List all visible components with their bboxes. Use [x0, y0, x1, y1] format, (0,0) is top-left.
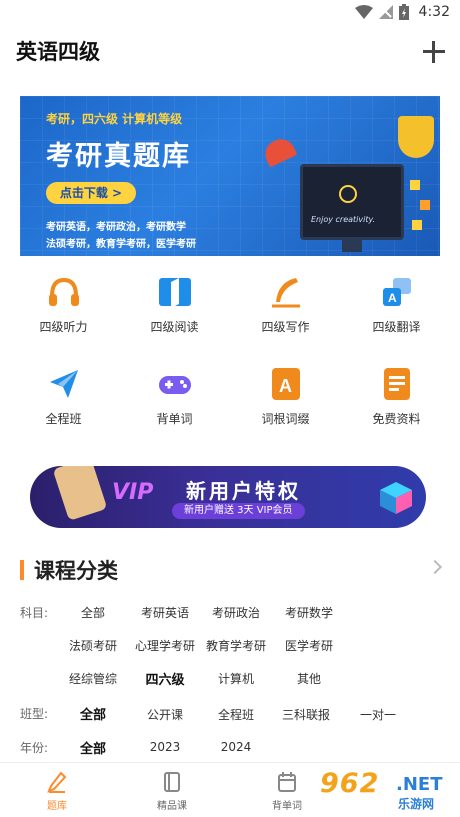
grid-item-roots-affixes[interactable]: A 词根词缀: [230, 360, 341, 452]
svg-text:A: A: [279, 376, 292, 396]
grid-item-free-materials[interactable]: 免费资料: [341, 360, 452, 452]
watermark-net: .NET: [396, 774, 443, 795]
class-filter[interactable]: 全程班: [200, 706, 272, 723]
grid-item-label: 词根词缀: [261, 412, 310, 426]
section-accent-bar: [20, 560, 24, 580]
subject-filter[interactable]: 考研数学: [273, 604, 345, 621]
pen-icon: [268, 274, 304, 310]
grid-item-writing[interactable]: 四级写作: [230, 268, 341, 360]
section-title: 课程分类: [34, 559, 118, 583]
grid-item-label: 全程班: [45, 412, 82, 426]
class-filter[interactable]: 三科联报: [270, 706, 342, 723]
letter-a-icon: A: [268, 366, 304, 402]
wifi-icon: [354, 5, 373, 19]
vip-label: VIP: [112, 480, 154, 505]
sticky-note-icon: [412, 220, 422, 230]
pencil-icon: [47, 771, 67, 793]
lightbulb-icon: [339, 185, 357, 203]
watermark-sub: 乐游网: [398, 797, 435, 811]
nav-item-vocabulary[interactable]: 背单词: [257, 771, 317, 812]
new-user-promo-banner[interactable]: VIP 新用户特权 新用户赠送 3天 VIP会员: [30, 466, 426, 528]
year-label: 年份:: [20, 741, 49, 755]
grid-item-full-course[interactable]: 全程班: [8, 360, 119, 452]
lamp-icon: [260, 134, 298, 168]
watermark-logo: 962 .NET 乐游网: [316, 768, 454, 812]
chevron-right-icon[interactable]: [427, 559, 443, 575]
banner-title: 考研真题库: [46, 141, 191, 172]
grid-item-label: 四级听力: [39, 320, 88, 334]
subject-filter[interactable]: 心理学考研: [129, 637, 201, 654]
nav-item-question-bank[interactable]: 题库: [27, 771, 87, 812]
class-filter[interactable]: 公开课: [129, 706, 201, 723]
banner-illustration: Enjoy creativity.: [260, 96, 440, 256]
year-filter[interactable]: 2023: [129, 740, 201, 754]
subject-filter[interactable]: 教育学考研: [200, 637, 272, 654]
promo-title: 新用户特权: [186, 479, 301, 503]
monitor-stand: [342, 240, 362, 252]
class-type-label: 班型:: [20, 707, 49, 721]
feature-grid: 四级听力 四级阅读 四级写作 A 四级翻译 全程班 背单词 A 词根词缀 免费资…: [8, 268, 452, 452]
trophy-icon: [398, 116, 434, 158]
banner-subtitle: 考研，四六级 计算机等级: [46, 112, 183, 126]
grid-item-listening[interactable]: 四级听力: [8, 268, 119, 360]
nav-label: 精品课: [157, 801, 187, 812]
banner-line-1: 考研英语，考研政治，考研数学: [46, 222, 186, 233]
subject-filter[interactable]: 考研政治: [200, 604, 272, 621]
headphones-icon: [46, 274, 82, 310]
grid-item-label: 背单词: [156, 412, 193, 426]
nav-label: 背单词: [272, 801, 302, 812]
translate-icon: A: [379, 274, 415, 310]
grid-item-reading[interactable]: 四级阅读: [119, 268, 230, 360]
subject-filter[interactable]: 其他: [273, 670, 345, 687]
year-filter[interactable]: 2024: [200, 740, 272, 754]
year-filter-selected[interactable]: 全部: [57, 738, 129, 757]
book-icon: [157, 274, 193, 310]
page-title: 英语四级: [16, 40, 100, 64]
nav-item-premium-courses[interactable]: 精品课: [142, 771, 202, 812]
vip-card-icon: [52, 466, 108, 521]
subject-label: 科目:: [20, 606, 49, 620]
top-banner[interactable]: 考研，四六级 计算机等级 考研真题库 点击下载 > 考研英语，考研政治，考研数学…: [20, 96, 440, 256]
signal-icon: [378, 5, 393, 19]
banner-download-button[interactable]: 点击下载 >: [46, 182, 136, 204]
grid-item-label: 四级翻译: [372, 320, 421, 334]
battery-icon: [398, 4, 409, 20]
sticky-note-icon: [420, 200, 430, 210]
document-icon: [379, 366, 415, 402]
promo-subtitle: 新用户赠送 3天 VIP会员: [172, 503, 305, 519]
grid-item-label: 免费资料: [372, 412, 421, 426]
subject-filter[interactable]: 计算机: [200, 670, 272, 687]
sticky-note-icon: [410, 180, 420, 190]
grid-item-vocabulary[interactable]: 背单词: [119, 360, 230, 452]
grid-item-label: 四级阅读: [150, 320, 199, 334]
cube-icon: [380, 482, 412, 514]
nav-label: 题库: [47, 801, 67, 812]
status-time: 4:32: [418, 4, 450, 20]
subject-filter[interactable]: 法硕考研: [57, 637, 129, 654]
class-filter-selected[interactable]: 全部: [57, 704, 129, 723]
course-category-header: 课程分类: [20, 555, 118, 585]
gamepad-icon: [157, 366, 193, 402]
paper-plane-icon: [46, 366, 82, 402]
status-bar: 4:32: [0, 0, 460, 26]
svg-text:A: A: [388, 291, 397, 305]
subject-filter-all[interactable]: 全部: [57, 604, 129, 621]
book-icon: [162, 771, 182, 793]
banner-line-2: 法硕考研，教育学考研，医学考研: [46, 239, 196, 250]
grid-item-translation[interactable]: A 四级翻译: [341, 268, 452, 360]
monitor-icon: Enjoy creativity.: [300, 164, 404, 240]
subject-filter[interactable]: 医学考研: [273, 637, 345, 654]
subject-filter[interactable]: 考研英语: [129, 604, 201, 621]
subject-filter[interactable]: 经综管综: [57, 670, 129, 687]
add-button[interactable]: [422, 40, 446, 64]
calendar-icon: [277, 771, 297, 793]
status-icons: 4:32: [354, 4, 450, 20]
grid-item-label: 四级写作: [261, 320, 310, 334]
subject-filter-selected[interactable]: 四六级: [129, 669, 201, 688]
monitor-text: Enjoy creativity.: [311, 215, 376, 224]
watermark-number: 962: [320, 768, 380, 799]
class-filter[interactable]: 一对一: [342, 706, 414, 723]
